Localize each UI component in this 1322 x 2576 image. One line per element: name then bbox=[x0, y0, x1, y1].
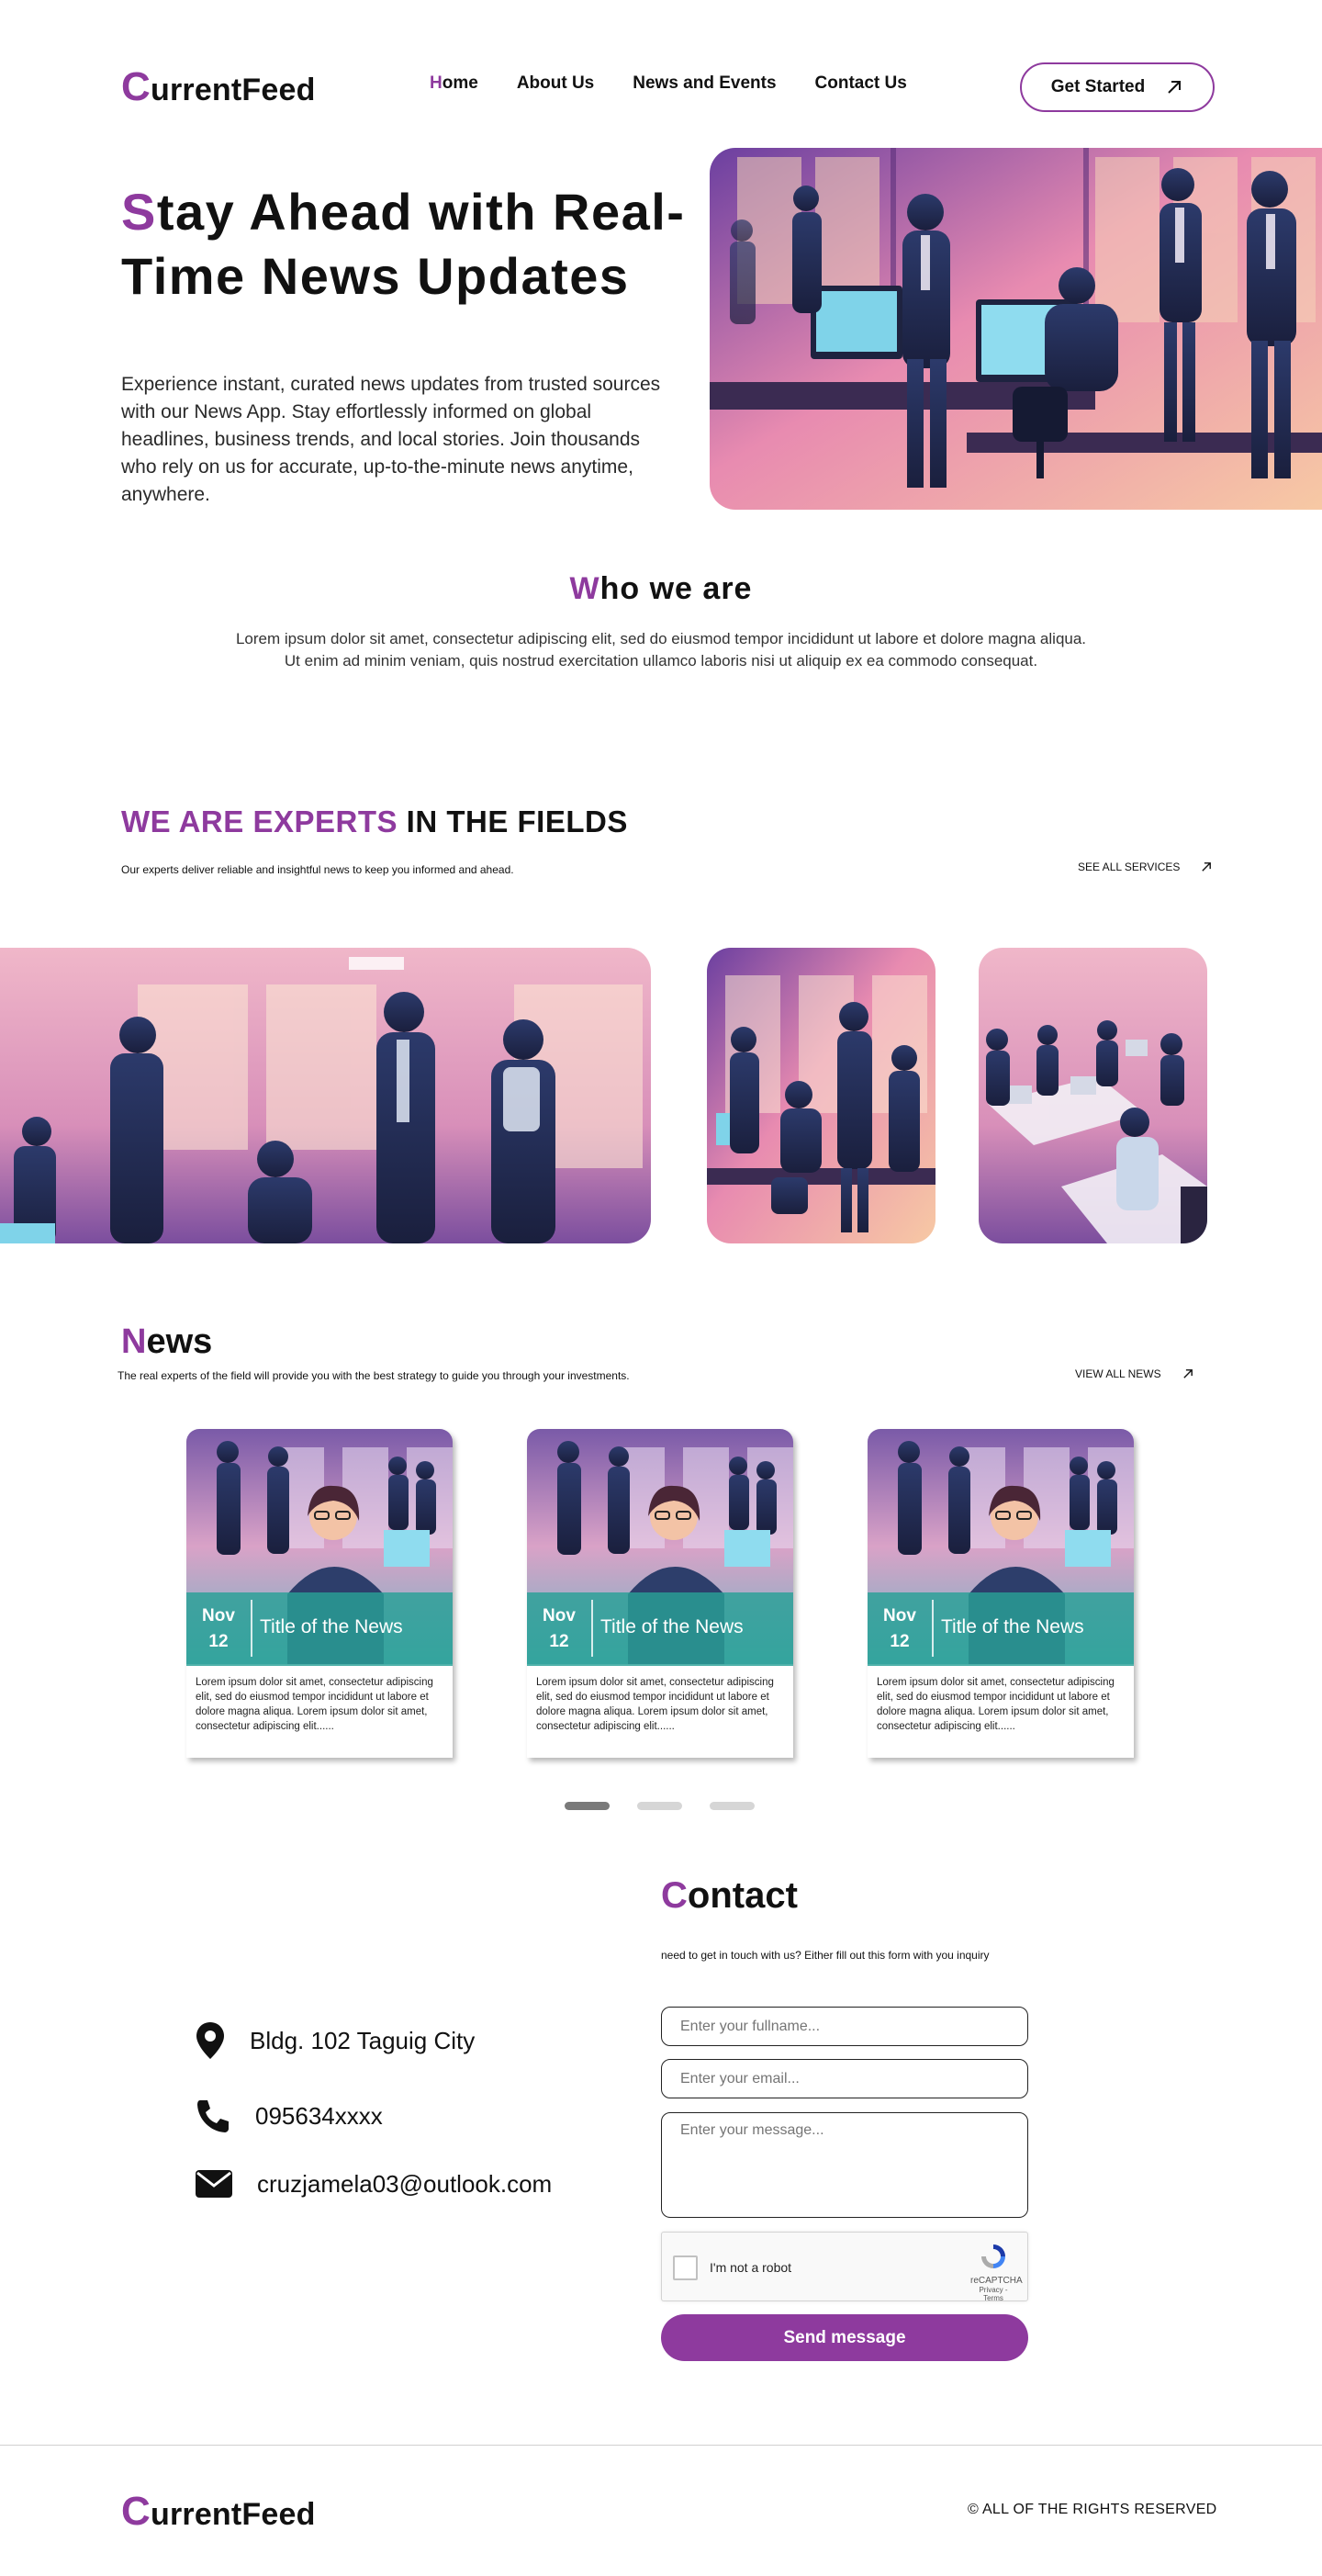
hero-title-initial: S bbox=[121, 183, 157, 241]
send-message-button[interactable]: Send message bbox=[661, 2314, 1028, 2361]
contact-email: cruzjamela03@outlook.com bbox=[195, 2169, 552, 2199]
nav-item-home[interactable]: Home bbox=[430, 73, 478, 94]
nav-item-home-initial: H bbox=[430, 73, 443, 93]
news-card-divider bbox=[251, 1600, 252, 1657]
get-started-button[interactable]: Get Started bbox=[1020, 62, 1215, 112]
news-card-excerpt: Lorem ipsum dolor sit amet, consectetur … bbox=[196, 1677, 433, 1732]
hero-description: Experience instant, curated news updates… bbox=[121, 374, 661, 505]
news-card-title: Title of the News bbox=[260, 1616, 403, 1637]
news-title-initial: N bbox=[121, 1322, 147, 1361]
news-card-date: Nov 12 bbox=[186, 1603, 251, 1655]
contact-title-text: ontact bbox=[687, 1875, 798, 1916]
nav-item-home-label: ome bbox=[442, 73, 478, 93]
recaptcha-brand: reCAPTCHA bbox=[970, 2276, 1023, 2286]
arrow-up-right-icon bbox=[1182, 1369, 1193, 1378]
footer-logo[interactable]: CurrentFeed bbox=[121, 2489, 316, 2535]
contact-email-text: cruzjamela03@outlook.com bbox=[257, 2169, 553, 2198]
carousel-dot-2[interactable] bbox=[637, 1802, 682, 1810]
news-card-date: Nov 12 bbox=[868, 1603, 932, 1655]
news-title: News bbox=[121, 1322, 212, 1362]
news-carousel-pagination bbox=[565, 1802, 755, 1810]
see-all-services-link[interactable]: SEE ALL SERVICES bbox=[1078, 861, 1213, 873]
news-subtitle: The real experts of the field will provi… bbox=[118, 1369, 630, 1382]
footer-logo-rest: urrentFeed bbox=[150, 2497, 316, 2532]
experts-image-team bbox=[707, 948, 935, 1243]
news-card-title: Title of the News bbox=[600, 1616, 744, 1637]
view-all-news-label: VIEW ALL NEWS bbox=[1075, 1367, 1161, 1380]
news-card-divider bbox=[932, 1600, 934, 1657]
brand-logo-initial: C bbox=[121, 64, 151, 109]
news-card-day: 12 bbox=[890, 1632, 910, 1651]
contact-address: Bldg. 102 Taguig City bbox=[195, 2020, 475, 2061]
recaptcha-label: I'm not a robot bbox=[710, 2260, 792, 2275]
carousel-dot-1[interactable] bbox=[565, 1802, 610, 1810]
carousel-dot-3[interactable] bbox=[710, 1802, 755, 1810]
copyright-text: © ALL OF THE RIGHTS RESERVED bbox=[968, 2502, 1217, 2517]
map-pin-icon bbox=[196, 2022, 224, 2059]
recaptcha-links[interactable]: Privacy - Terms bbox=[970, 2286, 1016, 2302]
brand-logo[interactable]: CurrentFeed bbox=[121, 64, 316, 110]
news-card-date: Nov 12 bbox=[527, 1603, 591, 1655]
arrow-up-right-icon bbox=[1168, 81, 1182, 94]
news-card-title: Title of the News bbox=[941, 1616, 1084, 1637]
arrow-up-right-icon bbox=[1202, 862, 1212, 872]
hero-office-illustration bbox=[710, 148, 1322, 510]
nav-item-news-events[interactable]: News and Events bbox=[633, 73, 776, 94]
who-we-are-title: Who we are bbox=[0, 571, 1322, 607]
footer-logo-initial: C bbox=[121, 2489, 151, 2534]
footer-divider bbox=[0, 2445, 1322, 2446]
news-card-day: 12 bbox=[208, 1632, 229, 1651]
recaptcha-widget: I'm not a robot reCAPTCHA Privacy - Term… bbox=[661, 2232, 1028, 2302]
recaptcha-icon bbox=[981, 2244, 1005, 2268]
see-all-services-label: SEE ALL SERVICES bbox=[1078, 861, 1181, 873]
recaptcha-checkbox[interactable] bbox=[673, 2255, 698, 2280]
view-all-news-link[interactable]: VIEW ALL NEWS bbox=[1075, 1367, 1194, 1380]
experts-image-workspace bbox=[979, 948, 1207, 1243]
email-input[interactable] bbox=[661, 2059, 1028, 2098]
contact-title-initial: C bbox=[661, 1875, 688, 1916]
who-we-are-text: ho we are bbox=[599, 571, 753, 606]
recaptcha-logo: reCAPTCHA Privacy - Terms bbox=[970, 2242, 1023, 2302]
contact-phone-text: 095634xxxx bbox=[255, 2101, 383, 2130]
experts-title-rest: IN THE FIELDS bbox=[398, 804, 628, 838]
contact-title: Contact bbox=[661, 1875, 798, 1917]
news-card[interactable]: Nov 12 Title of the News Lorem ipsum dol… bbox=[527, 1429, 793, 1758]
news-title-text: ews bbox=[146, 1322, 213, 1361]
hero-title: Stay Ahead with Real-Time News Updates bbox=[121, 180, 690, 309]
news-card-divider bbox=[591, 1600, 593, 1657]
experts-image-meeting bbox=[0, 948, 651, 1243]
news-card-month: Nov bbox=[202, 1606, 235, 1625]
message-textarea[interactable] bbox=[661, 2112, 1028, 2218]
contact-phone: 095634xxxx bbox=[195, 2098, 383, 2134]
news-card[interactable]: Nov 12 Title of the News Lorem ipsum dol… bbox=[868, 1429, 1134, 1758]
news-card-excerpt: Lorem ipsum dolor sit amet, consectetur … bbox=[877, 1677, 1115, 1732]
who-we-are-description: Lorem ipsum dolor sit amet, consectetur … bbox=[235, 630, 1087, 669]
phone-icon bbox=[197, 2100, 229, 2132]
get-started-label: Get Started bbox=[1050, 77, 1146, 96]
experts-subtitle: Our experts deliver reliable and insight… bbox=[121, 863, 514, 876]
experts-title: WE ARE EXPERTS IN THE FIELDS bbox=[121, 804, 628, 839]
news-card-excerpt: Lorem ipsum dolor sit amet, consectetur … bbox=[536, 1677, 774, 1732]
news-card[interactable]: Nov 12 Title of the News Lorem ipsum dol… bbox=[186, 1429, 453, 1758]
experts-title-highlight: WE ARE EXPERTS bbox=[121, 804, 398, 838]
hero-title-text: tay Ahead with Real-Time News Updates bbox=[121, 183, 686, 305]
news-card-month: Nov bbox=[543, 1606, 576, 1625]
news-card-month: Nov bbox=[883, 1606, 916, 1625]
envelope-icon bbox=[196, 2170, 232, 2198]
nav-item-about[interactable]: About Us bbox=[517, 73, 594, 94]
contact-subtitle: need to get in touch with us? Either fil… bbox=[661, 1949, 990, 1962]
brand-logo-rest: urrentFeed bbox=[150, 73, 316, 107]
who-we-are-initial: W bbox=[569, 571, 600, 606]
main-nav: Home About Us News and Events Contact Us bbox=[430, 73, 907, 94]
news-card-day: 12 bbox=[549, 1632, 569, 1651]
fullname-input[interactable] bbox=[661, 2007, 1028, 2046]
contact-address-text: Bldg. 102 Taguig City bbox=[250, 2026, 476, 2054]
nav-item-contact[interactable]: Contact Us bbox=[815, 73, 907, 94]
